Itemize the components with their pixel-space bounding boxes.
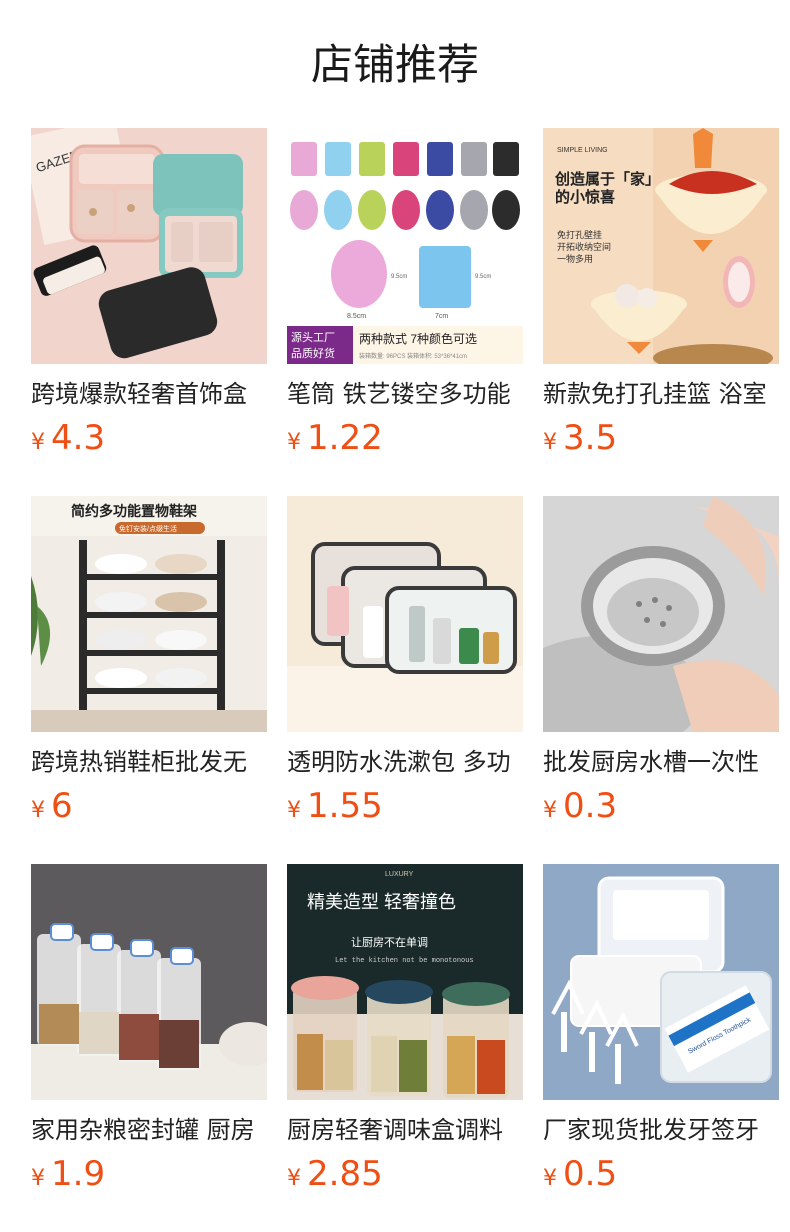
svg-text:简约多功能置物鞋架: 简约多功能置物鞋架	[71, 503, 197, 519]
product-price: ¥0.3	[543, 786, 779, 826]
product-card[interactable]: GAZEE 跨境爆款轻奢首饰盒 ¥4.3	[31, 128, 267, 496]
price-value: 1.9	[51, 1154, 106, 1194]
svg-text:装箱数量: 96PCS 装箱体积: 53*36*41cm: 装箱数量: 96PCS 装箱体积: 53*36*41cm	[359, 352, 467, 360]
product-name[interactable]: 家用杂粮密封罐 厨房	[31, 1114, 267, 1146]
svg-text:品质好货: 品质好货	[291, 346, 335, 360]
product-price: ¥1.9	[31, 1154, 267, 1194]
pen-holder-image: 9.5cm 8.5cm 7cm 9.5cm 源头工厂 品质好货 两种款式 7种颜…	[287, 128, 523, 364]
floss-pick-image: Sword Floss Toothpick	[543, 864, 779, 1100]
product-price: ¥2.85	[287, 1154, 523, 1194]
svg-text:SIMPLE LIVING: SIMPLE LIVING	[557, 147, 608, 154]
svg-text:的小惊喜: 的小惊喜	[555, 188, 615, 206]
shoe-rack-image: 简约多功能置物鞋架 免钉安装/点缀生活	[31, 496, 267, 732]
product-image[interactable]: GAZEE	[31, 128, 267, 364]
product-image[interactable]: LUXURY 精美造型 轻奢撞色 让厨房不在单调 Let the kitchen…	[287, 864, 523, 1100]
product-name[interactable]: 跨境爆款轻奢首饰盒	[31, 378, 267, 410]
svg-text:7cm: 7cm	[435, 313, 448, 320]
product-image[interactable]	[31, 864, 267, 1100]
product-card[interactable]: SIMPLE LIVING 创造属于「家」 的小惊喜 免打孔壁挂 开拓收纳空间 …	[543, 128, 779, 496]
product-price: ¥1.55	[287, 786, 523, 826]
product-image[interactable]: SIMPLE LIVING 创造属于「家」 的小惊喜 免打孔壁挂 开拓收纳空间 …	[543, 128, 779, 364]
product-name[interactable]: 新款免打孔挂篮 浴室	[543, 378, 779, 410]
currency-symbol: ¥	[287, 430, 301, 455]
svg-text:让厨房不在单调: 让厨房不在单调	[351, 936, 428, 949]
currency-symbol: ¥	[31, 798, 45, 823]
sink-strainer-image	[543, 496, 779, 732]
price-value: 1.55	[307, 786, 383, 826]
product-card[interactable]: LUXURY 精美造型 轻奢撞色 让厨房不在单调 Let the kitchen…	[287, 864, 523, 1232]
svg-text:9.5cm: 9.5cm	[475, 274, 491, 280]
price-value: 0.5	[563, 1154, 618, 1194]
product-name[interactable]: 批发厨房水槽一次性	[543, 746, 779, 778]
product-price: ¥4.3	[31, 418, 267, 458]
product-image[interactable]: 简约多功能置物鞋架 免钉安装/点缀生活	[31, 496, 267, 732]
svg-text:LUXURY: LUXURY	[385, 871, 414, 878]
svg-text:9.5cm: 9.5cm	[391, 274, 407, 280]
price-value: 1.22	[307, 418, 383, 458]
svg-text:Let the kitchen not be monoton: Let the kitchen not be monotonous	[335, 957, 474, 965]
product-card[interactable]: 9.5cm 8.5cm 7cm 9.5cm 源头工厂 品质好货 两种款式 7种颜…	[287, 128, 523, 496]
currency-symbol: ¥	[287, 1166, 301, 1191]
product-card[interactable]: 批发厨房水槽一次性 ¥0.3	[543, 496, 779, 864]
product-card[interactable]: 透明防水洗漱包 多功 ¥1.55	[287, 496, 523, 864]
svg-text:精美造型 轻奢撞色: 精美造型 轻奢撞色	[307, 892, 456, 912]
price-value: 4.3	[51, 418, 106, 458]
product-image[interactable]: 9.5cm 8.5cm 7cm 9.5cm 源头工厂 品质好货 两种款式 7种颜…	[287, 128, 523, 364]
product-price: ¥6	[31, 786, 267, 826]
grain-jar-image	[31, 864, 267, 1100]
seasoning-box-image: LUXURY 精美造型 轻奢撞色 让厨房不在单调 Let the kitchen…	[287, 864, 523, 1100]
price-value: 0.3	[563, 786, 618, 826]
svg-text:源头工厂: 源头工厂	[291, 330, 335, 344]
product-card[interactable]: Sword Floss Toothpick 厂家现货批发牙签牙 ¥0.5	[543, 864, 779, 1232]
product-image[interactable]: Sword Floss Toothpick	[543, 864, 779, 1100]
product-price: ¥1.22	[287, 418, 523, 458]
product-card[interactable]: 简约多功能置物鞋架 免钉安装/点缀生活 跨境热销鞋柜批发无 ¥ 6	[31, 496, 267, 864]
page-title: 店铺推荐	[310, 40, 479, 89]
currency-symbol: ¥	[543, 1166, 557, 1191]
product-name[interactable]: 厨房轻奢调味盒调料	[287, 1114, 523, 1146]
svg-text:一物多用: 一物多用	[557, 253, 593, 264]
product-name[interactable]: 厂家现货批发牙签牙	[543, 1114, 779, 1146]
product-name[interactable]: 跨境热销鞋柜批发无	[31, 746, 267, 778]
product-grid: GAZEE 跨境爆款轻奢首饰盒 ¥4.3 9.5cm 8.5cm 7cm 9.5…	[31, 128, 779, 1232]
currency-symbol: ¥	[543, 430, 557, 455]
currency-symbol: ¥	[31, 430, 45, 455]
product-price: ¥0.5	[543, 1154, 779, 1194]
price-value: 3.5	[563, 418, 618, 458]
product-name[interactable]: 透明防水洗漱包 多功	[287, 746, 523, 778]
currency-symbol: ¥	[31, 1166, 45, 1191]
svg-text:免打孔壁挂: 免打孔壁挂	[557, 229, 602, 240]
toiletry-bag-image	[287, 496, 523, 732]
jewelry-box-image: GAZEE	[31, 128, 267, 364]
svg-text:8.5cm: 8.5cm	[347, 313, 366, 320]
hanging-basket-image: SIMPLE LIVING 创造属于「家」 的小惊喜 免打孔壁挂 开拓收纳空间 …	[543, 128, 779, 364]
svg-text:两种款式 7种颜色可选: 两种款式 7种颜色可选	[359, 331, 477, 346]
product-price: ¥3.5	[543, 418, 779, 458]
svg-text:免钉安装/点缀生活: 免钉安装/点缀生活	[119, 524, 177, 533]
product-image[interactable]	[543, 496, 779, 732]
svg-text:创造属于「家」: 创造属于「家」	[554, 170, 660, 188]
product-name[interactable]: 笔筒 铁艺镂空多功能	[287, 378, 523, 410]
currency-symbol: ¥	[543, 798, 557, 823]
price-value: 6	[51, 786, 73, 826]
product-image[interactable]	[287, 496, 523, 732]
product-card[interactable]: 家用杂粮密封罐 厨房 ¥1.9	[31, 864, 267, 1232]
svg-text:开拓收纳空间: 开拓收纳空间	[557, 241, 611, 252]
currency-symbol: ¥	[287, 798, 301, 823]
price-value: 2.85	[307, 1154, 383, 1194]
